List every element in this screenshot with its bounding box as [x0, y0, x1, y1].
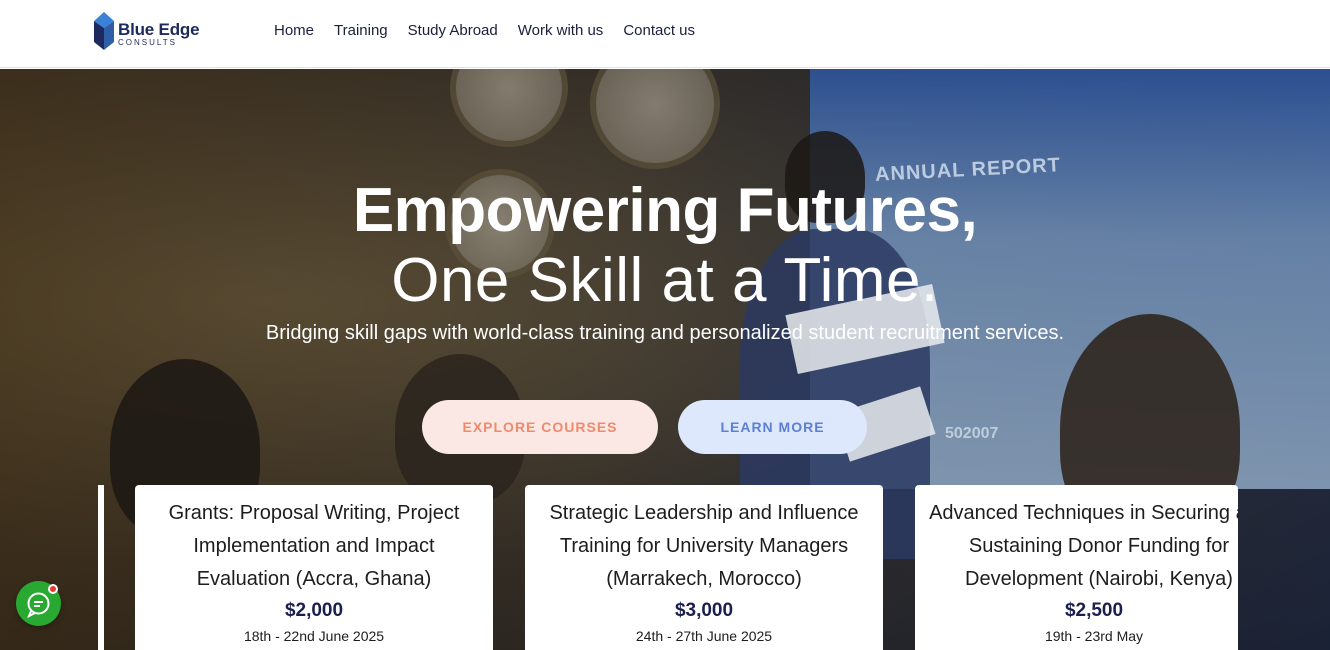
course-date: 24th - 27th June 2025	[635, 628, 773, 644]
course-card-edge	[98, 485, 104, 650]
hero-subtitle: Bridging skill gaps with world-class tra…	[265, 322, 1065, 344]
nav-study-abroad[interactable]: Study Abroad	[408, 22, 498, 39]
course-price: $2,000	[284, 600, 344, 621]
nav-home[interactable]: Home	[274, 22, 314, 39]
course-price: $3,000	[674, 600, 734, 621]
hero-bg-screen-number: 502007	[945, 425, 999, 442]
brand-name: Blue Edge	[118, 20, 200, 39]
course-card[interactable]: Advanced Techniques in Securing and Sust…	[915, 485, 1238, 650]
nav-contact-us[interactable]: Contact us	[623, 22, 695, 39]
logo[interactable]: Blue Edge CONSULTS	[94, 12, 214, 52]
main-nav: Home Training Study Abroad Work with us …	[274, 22, 695, 39]
course-card[interactable]: Grants: Proposal Writing, Project Implem…	[135, 485, 493, 650]
course-date: 18th - 22nd June 2025	[243, 628, 385, 644]
notification-dot	[48, 584, 58, 594]
brand-sub: CONSULTS	[118, 38, 177, 47]
explore-courses-button[interactable]: EXPLORE COURSES	[422, 400, 658, 454]
bg-disc	[590, 69, 720, 169]
course-title: Grants: Proposal Writing, Project Implem…	[168, 502, 460, 590]
blue-edge-logo-icon	[94, 12, 114, 50]
hero-title-secondary: One Skill at a Time.	[391, 246, 939, 315]
hero-title: Empowering Futures,	[352, 176, 978, 245]
hero-section: ANNUAL REPORT 502007 Empowering Futures,…	[0, 69, 1330, 650]
course-price: $2,500	[1064, 600, 1124, 621]
course-card[interactable]: Strategic Leadership and Influence Train…	[525, 485, 883, 650]
bg-disc	[450, 69, 568, 147]
course-date: 19th - 23rd May	[1044, 628, 1144, 644]
learn-more-button[interactable]: LEARN MORE	[678, 400, 867, 454]
site-header: Blue Edge CONSULTS Home Training Study A…	[0, 0, 1330, 68]
nav-training[interactable]: Training	[334, 22, 388, 39]
course-title: Strategic Leadership and Influence Train…	[549, 502, 859, 590]
course-title: Advanced Techniques in Securing and Sust…	[929, 502, 1238, 590]
nav-work-with-us[interactable]: Work with us	[518, 22, 604, 39]
